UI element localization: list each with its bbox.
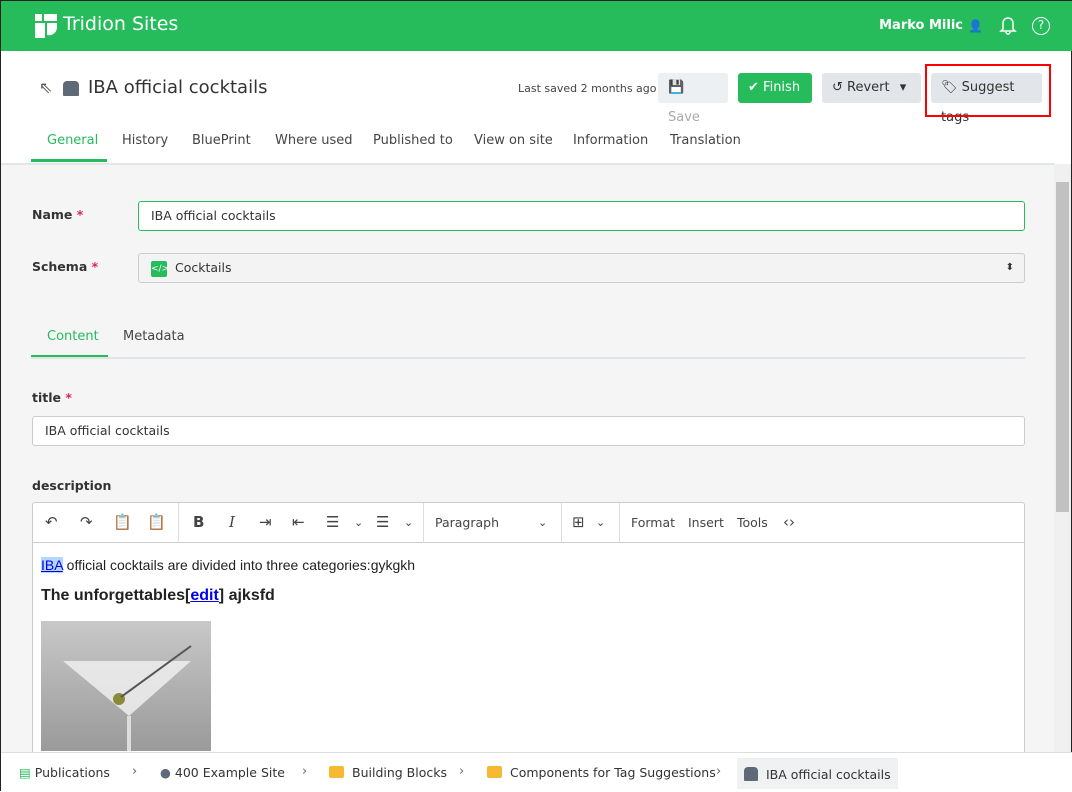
tab-view-on-site[interactable]: View on site [474, 133, 553, 148]
schema-value: Cocktails [175, 260, 232, 275]
save-icon: 💾 [668, 80, 685, 95]
component-icon [63, 81, 79, 96]
tab-where-used[interactable]: Where used [275, 133, 353, 148]
block-format-select[interactable]: Paragraph [435, 515, 499, 530]
table-icon[interactable]: ⊞ [572, 513, 585, 531]
last-saved-status: Last saved 2 months ago [518, 82, 657, 95]
cocktail-image [41, 621, 211, 751]
breadcrumb-building-blocks[interactable]: Building Blocks [329, 765, 447, 780]
iba-link[interactable]: IBA [41, 557, 63, 573]
folder-icon [487, 766, 502, 778]
bold-icon[interactable]: B [193, 513, 204, 531]
item-tabs: General History BluePrint Where used Pub… [1, 133, 1055, 163]
chevron-down-icon[interactable]: ⌄ [354, 516, 363, 529]
paste-text-icon[interactable]: 📋 [147, 513, 166, 531]
paste-icon[interactable]: 📋 [113, 513, 132, 531]
chevron-down-icon[interactable]: ⌄ [538, 516, 547, 529]
italic-icon[interactable]: I [229, 513, 235, 531]
globe-icon: ● [160, 765, 171, 780]
chevron-down-icon[interactable]: ⌄ [596, 516, 605, 529]
breadcrumb-current[interactable]: IBA official cocktails [737, 758, 898, 789]
numbered-list-icon[interactable]: ☰ [376, 513, 389, 531]
revert-button[interactable]: ↺ Revert ▾ [822, 73, 921, 103]
tab-information[interactable]: Information [573, 133, 648, 148]
app-header: Tridion Sites Marko Milic 👤 ? [1, 1, 1072, 51]
tab-blueprint[interactable]: BluePrint [192, 133, 251, 148]
edit-link[interactable]: edit [190, 587, 218, 604]
tridion-logo-icon [35, 14, 57, 38]
tab-history[interactable]: History [122, 133, 168, 148]
finish-button[interactable]: ✔ Finish [738, 73, 812, 103]
title-row: ⇖ IBA official cocktails Last saved 2 mo… [1, 73, 1055, 125]
heading-tail: ] ajksfd [218, 587, 275, 604]
description-label: description [32, 478, 112, 493]
breadcrumb-site[interactable]: ● 400 Example Site [160, 765, 285, 780]
finish-label: Finish [763, 80, 801, 95]
paragraph: IBA official cocktails are divided into … [41, 557, 1016, 573]
user-name[interactable]: Marko Milic [879, 18, 963, 33]
tab-general[interactable]: General [47, 133, 98, 148]
tab-translation[interactable]: Translation [670, 133, 741, 148]
bell-icon[interactable] [999, 15, 1017, 35]
vertical-scrollbar[interactable] [1054, 164, 1071, 752]
chevron-right-icon: › [459, 764, 465, 779]
redo-icon[interactable]: ↷ [80, 513, 93, 531]
breadcrumb: ▤ Publications › ● 400 Example Site › Bu… [1, 752, 1072, 792]
scrollbar-thumb[interactable] [1056, 182, 1069, 512]
heading: The unforgettables[edit] ajksfd [41, 587, 1016, 605]
title-label: title * [32, 390, 72, 405]
paragraph-text: official cocktails are divided into thre… [62, 557, 416, 573]
menu-format[interactable]: Format [631, 515, 675, 530]
app-brand[interactable]: Tridion Sites [63, 13, 178, 35]
select-arrows-icon: ⬍ [1005, 262, 1014, 273]
chevron-right-icon: › [302, 764, 308, 779]
content-area: Name * IBA official cocktails Schema * <… [1, 163, 1055, 752]
content-tabs: Content Metadata [31, 329, 1025, 359]
schema-label: Schema * [32, 259, 99, 274]
chevron-right-icon: › [132, 764, 138, 779]
undo-icon[interactable]: ↶ [45, 513, 58, 531]
tab-metadata[interactable]: Metadata [123, 329, 185, 344]
name-input[interactable]: IBA official cocktails [138, 201, 1025, 231]
source-code-icon[interactable]: ‹› [783, 513, 795, 531]
help-icon[interactable]: ? [1032, 17, 1050, 35]
revert-label: Revert [847, 80, 890, 95]
component-icon [744, 767, 758, 781]
indent-icon[interactable]: ⇥ [259, 513, 272, 531]
active-content-tab-indicator [31, 355, 108, 357]
caret-down-icon[interactable]: ▾ [900, 80, 907, 95]
heading-text: The unforgettables[ [41, 587, 191, 604]
active-tab-indicator [31, 159, 107, 162]
undo-icon: ↺ [832, 80, 843, 95]
save-button[interactable]: 💾 Save [658, 73, 728, 125]
menu-insert[interactable]: Insert [688, 515, 724, 530]
page-title: IBA official cocktails [88, 77, 268, 98]
tab-content[interactable]: Content [47, 329, 99, 344]
check-icon: ✔ [748, 80, 759, 95]
schema-select[interactable]: </> Cocktails ⬍ [138, 253, 1025, 283]
editor-body[interactable]: IBA official cocktails are divided into … [33, 543, 1024, 752]
breadcrumb-components-folder[interactable]: Components for Tag Suggestions [487, 765, 716, 780]
bullet-list-icon[interactable]: ☰ [326, 513, 339, 531]
folder-icon [329, 766, 344, 778]
outdent-icon[interactable]: ⇤ [292, 513, 305, 531]
schema-icon: </> [151, 260, 169, 277]
chevron-right-icon: › [716, 764, 722, 779]
menu-tools[interactable]: Tools [737, 515, 768, 530]
chevron-down-icon[interactable]: ⌄ [404, 516, 413, 529]
tab-published-to[interactable]: Published to [373, 133, 453, 148]
navigate-up-icon[interactable]: ⇖ [39, 78, 52, 97]
rich-text-editor[interactable]: ↶ ↷ 📋 📋 B I ⇥ ⇤ ☰ ⌄ ☰ ⌄ Paragraph ⌄ ⊞ ⌄ … [32, 502, 1025, 752]
save-label: Save [668, 110, 700, 125]
name-label: Name * [32, 207, 84, 222]
user-icon[interactable]: 👤 [968, 19, 983, 33]
title-input[interactable]: IBA official cocktails [32, 416, 1025, 446]
highlight-box [925, 64, 1051, 117]
breadcrumb-publications[interactable]: ▤ Publications [19, 765, 110, 780]
editor-toolbar: ↶ ↷ 📋 📋 B I ⇥ ⇤ ☰ ⌄ ☰ ⌄ Paragraph ⌄ ⊞ ⌄ … [33, 503, 1024, 543]
publications-icon: ▤ [19, 765, 31, 780]
